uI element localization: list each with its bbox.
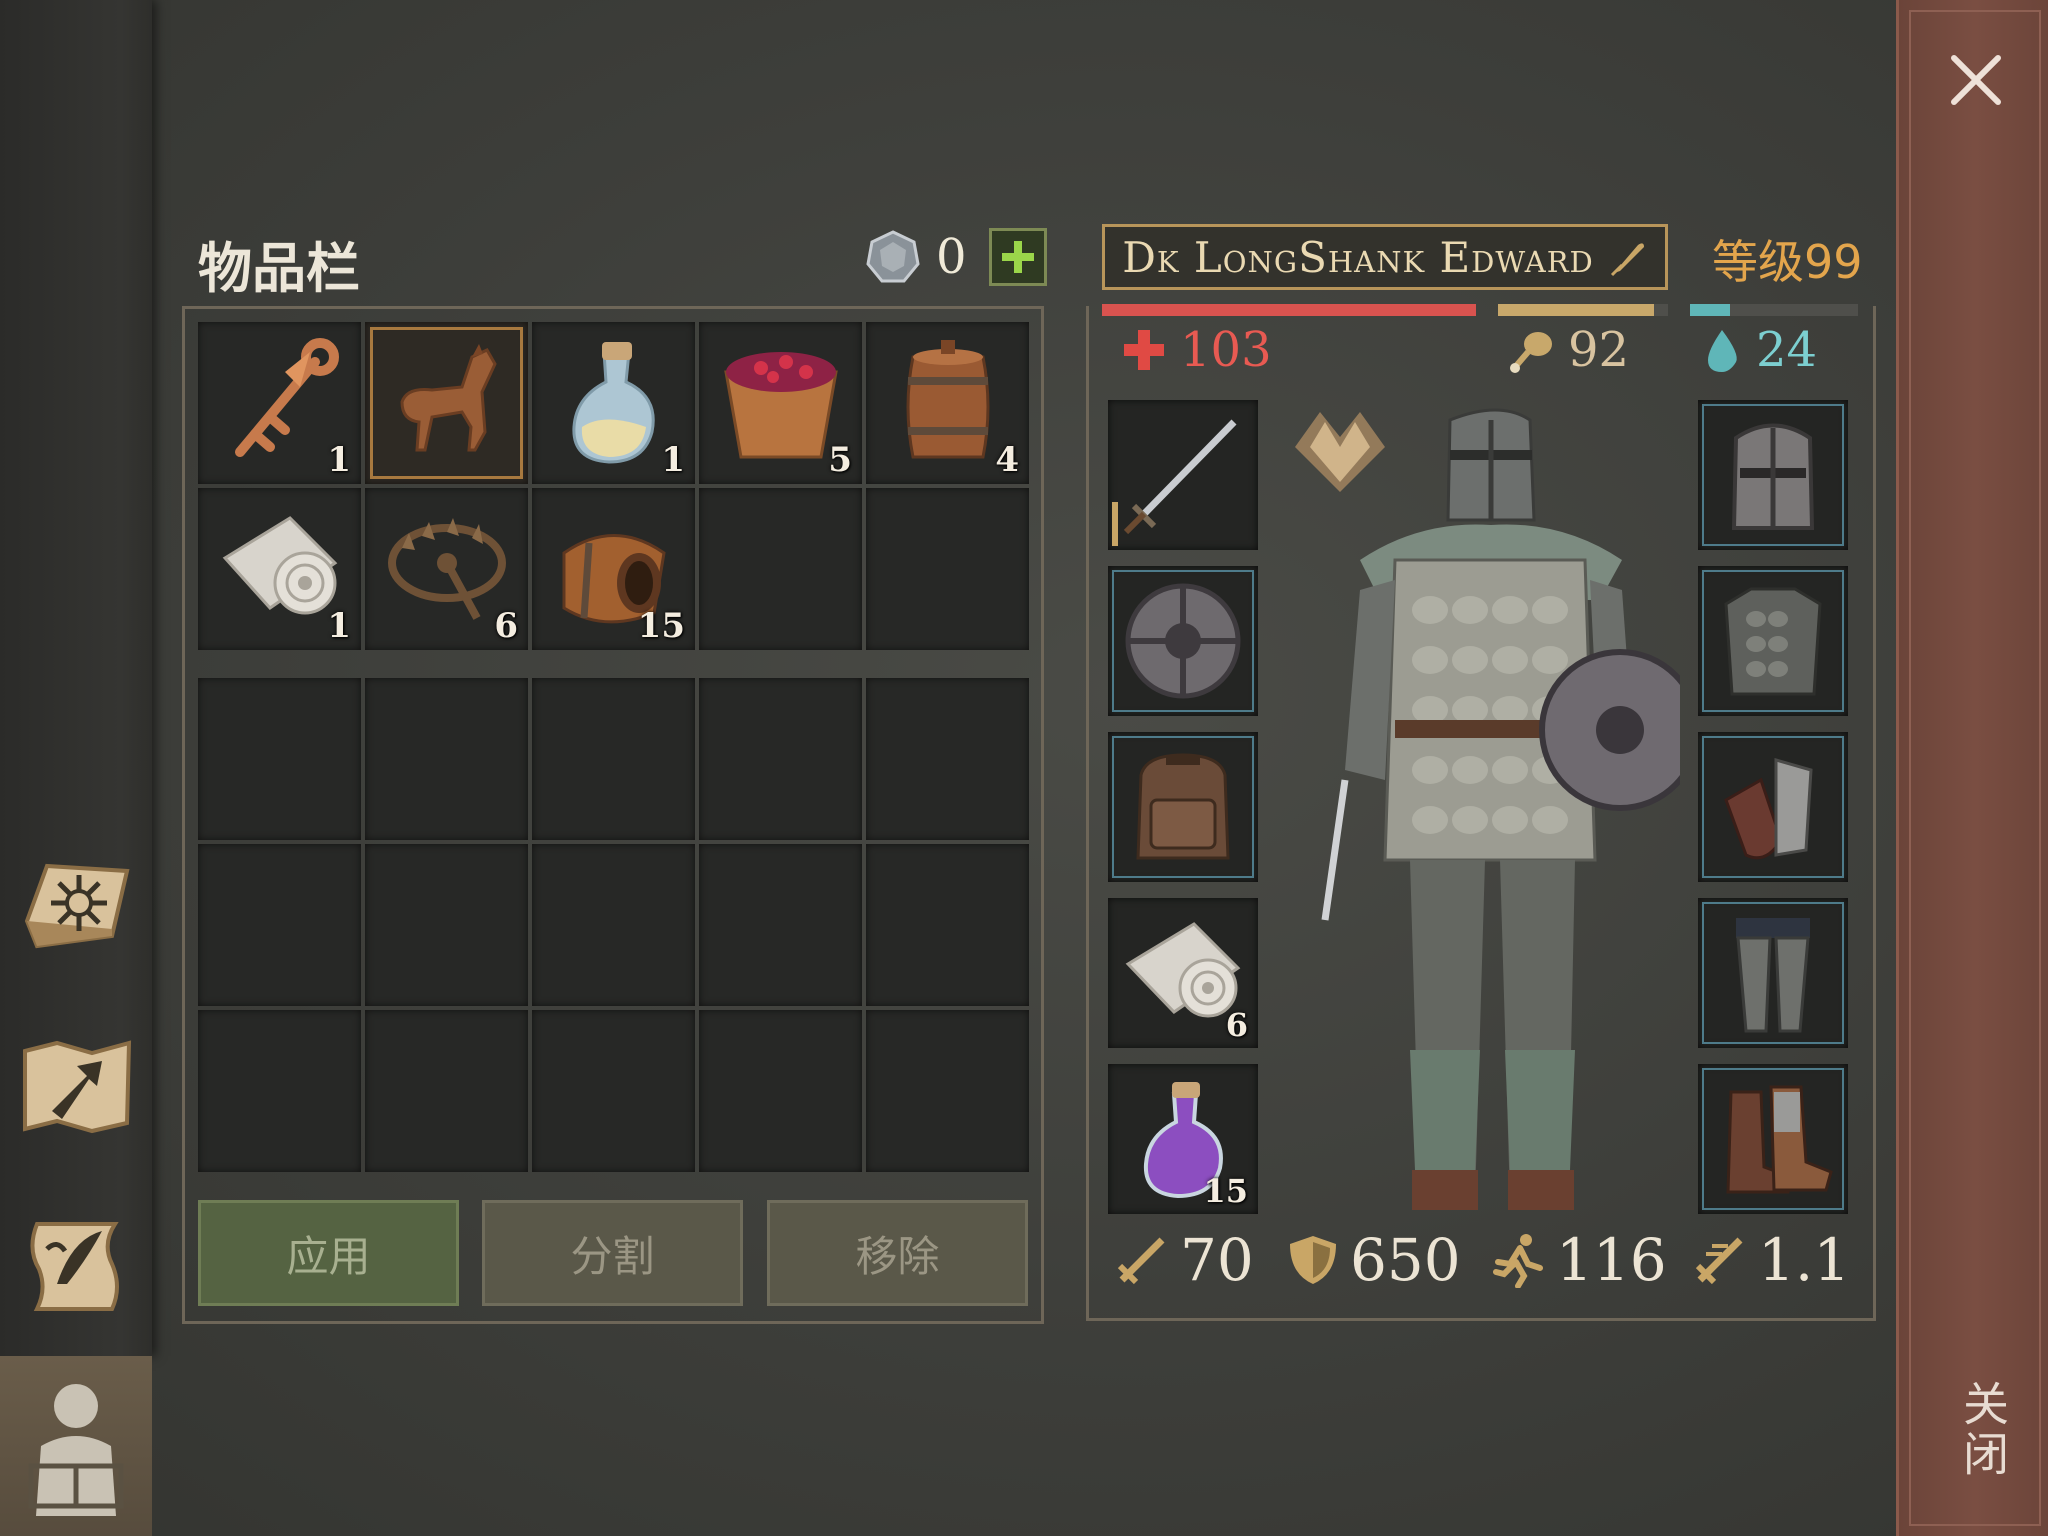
- backpack-slot[interactable]: [1108, 732, 1258, 882]
- inventory-slot[interactable]: 1: [532, 322, 695, 484]
- inventory-slot-empty[interactable]: [532, 844, 695, 1006]
- attack-stat: 70: [1114, 1226, 1254, 1294]
- inventory-slot[interactable]: 1: [198, 322, 361, 484]
- apply-button[interactable]: 应用: [198, 1200, 459, 1306]
- inventory-slot-empty[interactable]: [866, 1010, 1029, 1172]
- remove-button[interactable]: 移除: [767, 1200, 1028, 1306]
- attack-speed-icon: [1695, 1237, 1743, 1285]
- gloves-slot[interactable]: [1698, 732, 1848, 882]
- health-cross-icon: [1124, 330, 1164, 370]
- running-figure-icon: [1493, 1234, 1543, 1288]
- inventory-slot-empty[interactable]: [699, 678, 862, 840]
- left-sidebar: [0, 0, 152, 1356]
- attack-sword-icon: [1117, 1237, 1165, 1285]
- gauntlets-icon: [1724, 758, 1813, 860]
- scale-armor-icon: [1724, 587, 1822, 696]
- inventory-slot-empty[interactable]: [198, 844, 361, 1006]
- shield-slot[interactable]: [1108, 566, 1258, 716]
- health-stat: 103: [1120, 322, 1272, 378]
- inventory-slot[interactable]: 5: [699, 322, 862, 484]
- speed-stat: 116: [1490, 1226, 1667, 1294]
- inventory-slot[interactable]: 15: [532, 488, 695, 650]
- inventory-slot-empty[interactable]: [365, 678, 528, 840]
- wooden-horse-icon: [400, 344, 497, 452]
- add-currency-button[interactable]: [988, 228, 1047, 286]
- inventory-slot-empty[interactable]: [699, 844, 862, 1006]
- inventory-slot-empty[interactable]: [866, 678, 1029, 840]
- defense-shield-icon: [1290, 1236, 1336, 1284]
- inventory-slot[interactable]: 4: [866, 322, 1029, 484]
- silver-coin-icon: [866, 230, 920, 283]
- inventory-slot-empty[interactable]: [866, 488, 1029, 650]
- boots-icon: [1726, 1085, 1833, 1194]
- currency-display: 0: [864, 228, 1047, 286]
- inventory-slot-empty[interactable]: [532, 678, 695, 840]
- backpack-icon: [1136, 753, 1230, 860]
- potion-slot[interactable]: 15: [1108, 1064, 1258, 1214]
- chest-slot[interactable]: [1698, 566, 1848, 716]
- boots-slot[interactable]: [1698, 1064, 1848, 1214]
- currency-value: 0: [936, 229, 967, 285]
- inventory-grid-bottom: [198, 678, 1029, 1172]
- plus-icon: [1001, 241, 1034, 273]
- helmet-slot[interactable]: [1698, 400, 1848, 550]
- character-model: [1321, 408, 1680, 1210]
- quests-scroll-icon[interactable]: [14, 1204, 140, 1324]
- chainmail-leggings-icon: [1736, 918, 1810, 1033]
- inventory-slot-selected[interactable]: [365, 322, 528, 484]
- inventory-grid-top: 1 1 5 4 1 6 15: [198, 322, 1029, 650]
- inventory-title: 物品栏: [198, 237, 360, 300]
- water-drop-icon: [1708, 330, 1737, 372]
- water-stat: 24: [1700, 322, 1817, 378]
- weapon-slot[interactable]: [1108, 400, 1258, 550]
- character-level: 等级99: [1712, 235, 1863, 289]
- inventory-slot-empty[interactable]: [365, 844, 528, 1006]
- split-button[interactable]: 分割: [482, 1200, 743, 1306]
- inventory-slot-empty[interactable]: [866, 844, 1029, 1006]
- skills-book-icon[interactable]: [14, 846, 140, 966]
- round-shield-icon: [1125, 583, 1241, 699]
- water-bar: [1690, 304, 1858, 316]
- inventory-slot-empty[interactable]: [532, 1010, 695, 1172]
- character-name: Dk LongShank Edward: [1122, 232, 1594, 282]
- inventory-slot-empty[interactable]: [699, 1010, 862, 1172]
- defense-stat: 650: [1286, 1226, 1461, 1294]
- close-label[interactable]: 关闭: [1936, 1360, 2016, 1500]
- crafting-map-icon[interactable]: [14, 1026, 140, 1146]
- inventory-slot-empty[interactable]: [198, 1010, 361, 1172]
- close-icon[interactable]: [1936, 40, 2016, 120]
- inventory-slot-empty[interactable]: [699, 488, 862, 650]
- character-tab-icon[interactable]: [0, 1356, 152, 1536]
- inventory-slot-empty[interactable]: [365, 1010, 528, 1172]
- food-bar: [1498, 304, 1668, 316]
- food-stat: 92: [1508, 322, 1629, 378]
- edit-quill-icon[interactable]: [1608, 237, 1648, 277]
- inventory-slot[interactable]: 6: [365, 488, 528, 650]
- inventory-slot[interactable]: 1: [198, 488, 361, 650]
- health-bar: [1102, 304, 1476, 316]
- cloth-slot[interactable]: 6: [1108, 898, 1258, 1048]
- legs-slot[interactable]: [1698, 898, 1848, 1048]
- inventory-slot-empty[interactable]: [198, 678, 361, 840]
- attack-speed-stat: 1.1: [1692, 1226, 1850, 1294]
- sword-icon: [1123, 419, 1237, 535]
- close-panel[interactable]: [1896, 0, 2048, 1536]
- great-helm-icon: [1731, 423, 1815, 530]
- food-drumstick-icon: [1510, 332, 1552, 373]
- character-name-box[interactable]: Dk LongShank Edward: [1102, 224, 1668, 290]
